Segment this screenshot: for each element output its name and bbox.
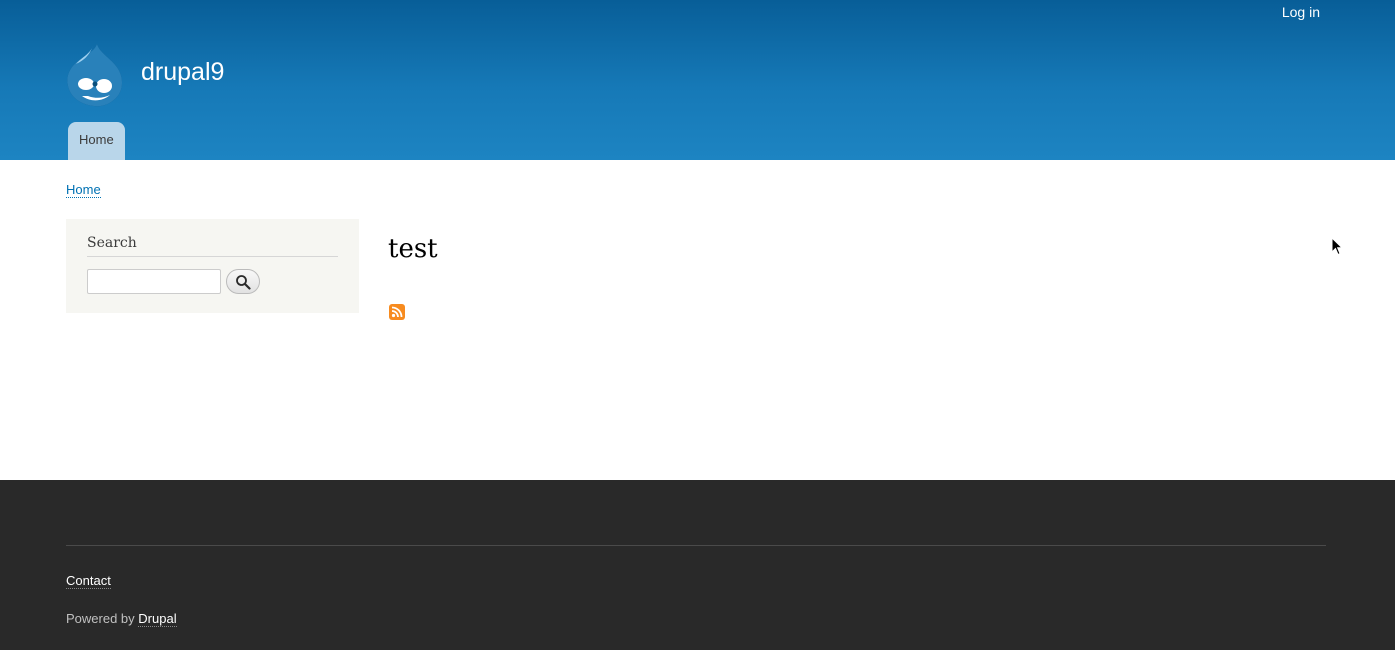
- page-title: test: [388, 234, 438, 264]
- site-name[interactable]: drupal9: [141, 58, 224, 87]
- powered-by-text: Powered by: [66, 611, 135, 626]
- rss-feed-icon[interactable]: [389, 304, 405, 320]
- search-input[interactable]: [87, 269, 221, 294]
- search-icon: [236, 274, 251, 290]
- footer-divider: [66, 545, 1326, 546]
- main-menu-item-home[interactable]: Home: [68, 122, 125, 160]
- powered-by: Powered by Drupal: [66, 611, 177, 627]
- footer-contact-link[interactable]: Contact: [66, 573, 111, 589]
- drupal-link[interactable]: Drupal: [138, 611, 177, 627]
- breadcrumb-home[interactable]: Home: [66, 182, 101, 198]
- login-link[interactable]: Log in: [1282, 4, 1320, 20]
- site-header: Log in drupal9 Home: [0, 0, 1395, 160]
- search-button[interactable]: [226, 269, 260, 294]
- search-block-title: Search: [87, 235, 338, 257]
- drupal-logo-icon[interactable]: [66, 42, 126, 108]
- search-block: Search: [66, 219, 359, 313]
- site-footer: Contact Powered by Drupal: [0, 480, 1395, 650]
- mouse-cursor-icon: [1331, 237, 1343, 256]
- main-menu: Home: [68, 122, 125, 160]
